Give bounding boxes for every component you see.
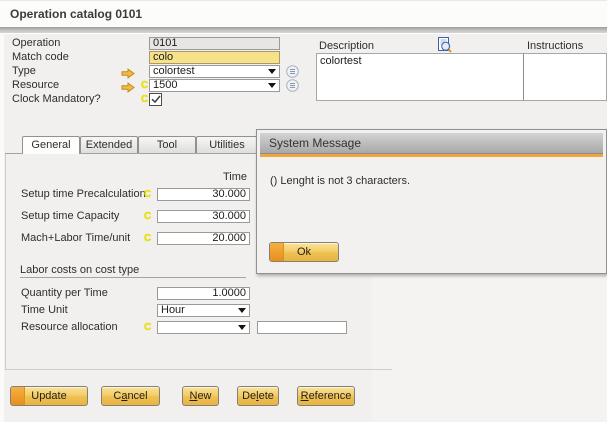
resource-allocation-label: Resource allocation: [21, 321, 118, 334]
resource-allocation-combo[interactable]: [157, 321, 250, 334]
dialog-accent-line: [260, 154, 603, 157]
system-message-dialog: System Message () Lenght is not 3 charac…: [256, 129, 607, 274]
clock-mandatory-label: Clock Mandatory?: [12, 93, 101, 106]
operation-field: 0101: [149, 37, 280, 50]
tab-panel-bottom-border: [5, 369, 392, 370]
new-button[interactable]: New: [182, 386, 219, 406]
default-button-strip: [11, 387, 25, 405]
match-code-label: Match code: [12, 51, 69, 64]
tab-utilities[interactable]: Utilities: [196, 136, 258, 153]
changed-flag-icon: C: [144, 322, 154, 334]
window-titlebar[interactable]: Operation catalog 0101: [0, 0, 607, 28]
resource-combo[interactable]: 1500: [149, 79, 280, 92]
desktop-background: [372, 274, 607, 422]
resource-allocation-extra-field[interactable]: [257, 321, 347, 334]
operation-catalog-window: Operation catalog 0101 Operation 0101 Ma…: [0, 0, 607, 422]
setup-precalc-label: Setup time Precalculation: [21, 188, 146, 201]
changed-flag-icon: C: [144, 233, 154, 245]
section-underline: [20, 277, 246, 278]
changed-flag-icon: C: [144, 189, 154, 201]
ok-button[interactable]: Ok: [269, 242, 339, 262]
cancel-button[interactable]: Cancel: [101, 386, 160, 406]
match-code-input[interactable]: colo: [149, 51, 280, 64]
reference-button[interactable]: Reference: [297, 386, 355, 406]
instructions-textarea[interactable]: [523, 53, 607, 101]
dialog-title: System Message: [269, 136, 361, 150]
tab-panel-left-border: [5, 154, 6, 369]
tab-general[interactable]: General: [22, 136, 80, 154]
type-label: Type: [12, 65, 36, 78]
title-separator: [0, 27, 607, 34]
chevron-down-icon: [268, 69, 276, 74]
type-combo[interactable]: colortest: [149, 65, 280, 78]
mach-labor-label: Mach+Labor Time/unit: [21, 232, 130, 245]
time-column-header: Time: [157, 171, 247, 184]
tab-extended[interactable]: Extended: [80, 136, 138, 153]
changed-flag-icon: C: [144, 211, 154, 223]
window-left-edge: [0, 33, 4, 422]
time-unit-label: Time Unit: [21, 304, 68, 317]
labor-costs-section-header: Labor costs on cost type: [20, 264, 139, 277]
update-button[interactable]: Update: [10, 386, 88, 406]
window-title: Operation catalog 0101: [10, 7, 142, 21]
setup-capacity-field[interactable]: 30.000: [157, 210, 250, 223]
time-unit-combo[interactable]: Hour: [157, 304, 250, 317]
setup-capacity-label: Setup time Capacity: [21, 210, 119, 223]
clock-mandatory-checkbox[interactable]: [149, 93, 162, 106]
setup-precalc-field[interactable]: 30.000: [157, 188, 250, 201]
dialog-titlebar[interactable]: System Message: [260, 133, 603, 154]
delete-button[interactable]: Delete: [237, 386, 279, 406]
default-button-strip: [270, 243, 284, 261]
description-label: Description: [319, 40, 374, 53]
mach-labor-field[interactable]: 20.000: [157, 232, 250, 245]
chevron-down-icon: [268, 83, 276, 88]
chevron-down-icon: [238, 308, 246, 313]
time-unit-combo-value: Hour: [161, 304, 185, 316]
link-arrow-icon[interactable]: [121, 80, 135, 98]
checkmark-icon: [151, 95, 161, 104]
instructions-label: Instructions: [527, 40, 583, 53]
resource-label: Resource: [12, 79, 59, 92]
chevron-down-icon: [238, 325, 246, 330]
dialog-message: () Lenght is not 3 characters.: [270, 175, 410, 187]
resource-combo-value: 1500: [153, 79, 177, 91]
operation-label: Operation: [12, 37, 60, 50]
type-combo-value: colortest: [153, 65, 195, 77]
description-textarea[interactable]: colortest: [316, 53, 524, 101]
quantity-per-time-field[interactable]: 1.0000: [157, 287, 250, 300]
tab-tool[interactable]: Tool: [138, 136, 196, 153]
choose-from-list-icon[interactable]: [286, 79, 299, 97]
quantity-per-time-label: Quantity per Time: [21, 287, 108, 300]
